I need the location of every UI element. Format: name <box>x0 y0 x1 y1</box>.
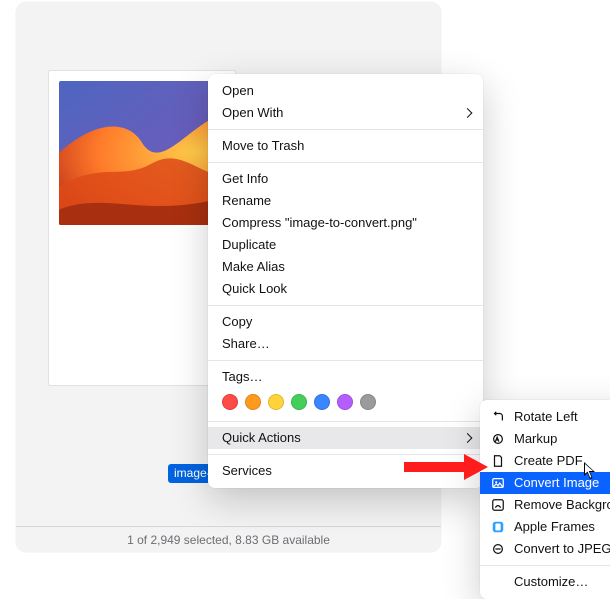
menu-item-label: Apple Frames <box>514 519 595 535</box>
menu-duplicate[interactable]: Duplicate <box>208 234 483 256</box>
image-icon <box>490 475 506 491</box>
menu-separator <box>480 565 610 566</box>
menu-item-label: Rotate Left <box>514 409 578 425</box>
rotate-left-icon <box>490 409 506 425</box>
menu-move-to-trash[interactable]: Move to Trash <box>208 135 483 157</box>
tag-dot-1[interactable] <box>245 394 261 410</box>
tag-dot-4[interactable] <box>314 394 330 410</box>
cursor-icon <box>584 462 598 480</box>
submenu-remove-background[interactable]: Remove Background <box>480 494 610 516</box>
submenu-convert-to-jpeg[interactable]: Convert to JPEG <box>480 538 610 560</box>
menu-separator <box>208 162 483 163</box>
menu-item-label: Quick Actions <box>222 430 301 446</box>
remove-bg-icon <box>490 497 506 513</box>
tags-row <box>208 388 483 416</box>
document-icon <box>490 453 506 469</box>
menu-copy[interactable]: Copy <box>208 311 483 333</box>
menu-make-alias[interactable]: Make Alias <box>208 256 483 278</box>
menu-open[interactable]: Open <box>208 80 483 102</box>
tag-dot-5[interactable] <box>337 394 353 410</box>
jpeg-icon <box>490 541 506 557</box>
menu-separator <box>208 305 483 306</box>
arrow-callout-icon <box>404 454 488 480</box>
menu-share[interactable]: Share… <box>208 333 483 355</box>
menu-tags-label: Tags… <box>208 366 483 388</box>
submenu-apple-frames[interactable]: Apple Frames <box>480 516 610 538</box>
status-bar: 1 of 2,949 selected, 8.83 GB available <box>16 526 441 552</box>
apple-frames-icon <box>490 519 506 535</box>
menu-separator <box>208 360 483 361</box>
menu-open-with[interactable]: Open With <box>208 102 483 124</box>
status-text: 1 of 2,949 selected, 8.83 GB available <box>127 533 330 547</box>
tag-dot-2[interactable] <box>268 394 284 410</box>
menu-separator <box>208 129 483 130</box>
submenu-customize[interactable]: Customize… <box>480 571 610 593</box>
menu-item-label: Open With <box>222 105 283 121</box>
tag-dot-6[interactable] <box>360 394 376 410</box>
menu-item-label: Convert to JPEG <box>514 541 610 557</box>
menu-quick-actions[interactable]: Quick Actions <box>208 427 483 449</box>
tag-dot-3[interactable] <box>291 394 307 410</box>
submenu-markup[interactable]: Markup <box>480 428 610 450</box>
menu-item-label: Remove Background <box>514 497 610 513</box>
context-menu: Open Open With Move to Trash Get Info Re… <box>208 74 483 488</box>
tag-dot-0[interactable] <box>222 394 238 410</box>
quick-actions-submenu: Rotate Left Markup Create PDF Convert Im… <box>480 400 610 599</box>
submenu-rotate-left[interactable]: Rotate Left <box>480 406 610 428</box>
menu-compress[interactable]: Compress "image-to-convert.png" <box>208 212 483 234</box>
menu-item-label: Services <box>222 463 272 479</box>
menu-item-label: Create PDF <box>514 453 583 469</box>
menu-rename[interactable]: Rename <box>208 190 483 212</box>
blank-icon <box>490 574 506 590</box>
menu-get-info[interactable]: Get Info <box>208 168 483 190</box>
menu-item-label: Markup <box>514 431 557 447</box>
wallpaper-art-icon <box>59 81 225 225</box>
menu-separator <box>208 421 483 422</box>
markup-icon <box>490 431 506 447</box>
menu-quick-look[interactable]: Quick Look <box>208 278 483 300</box>
menu-item-label: Customize… <box>514 574 588 590</box>
